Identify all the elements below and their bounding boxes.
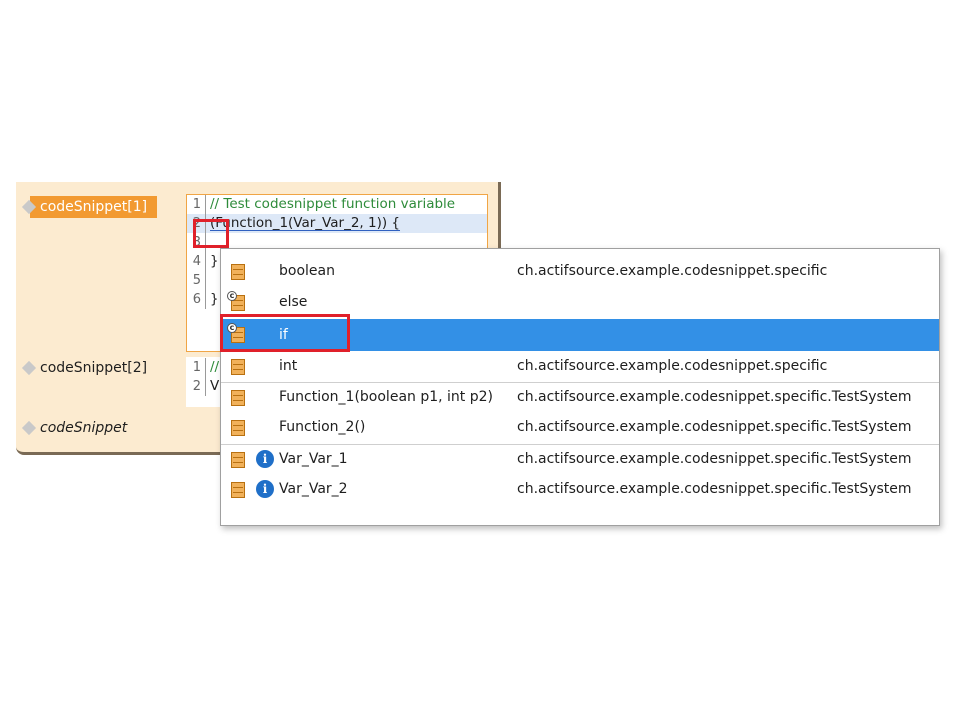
field-icon: [231, 420, 245, 436]
completion-name: Var_Var_2: [279, 481, 348, 497]
code-line-current: 2 (Function_1(Var_Var_2, 1)) {: [187, 214, 487, 233]
completion-item-else[interactable]: c else: [221, 288, 939, 317]
caret-highlight-box: [193, 219, 229, 248]
keyword-icon: c: [227, 291, 237, 301]
code-text: V: [210, 378, 220, 394]
code-comment: //: [210, 359, 220, 375]
selected-item-highlight-box: [220, 314, 350, 352]
completion-package: ch.actifsource.example.codesnippet.speci…: [517, 358, 828, 374]
completion-package: ch.actifsource.example.codesnippet.speci…: [517, 419, 912, 435]
field-icon: [231, 452, 245, 468]
completion-package: ch.actifsource.example.codesnippet.speci…: [517, 389, 912, 405]
completion-item-int[interactable]: int ch.actifsource.example.codesnippet.s…: [221, 352, 939, 381]
completion-name: Var_Var_1: [279, 451, 348, 467]
field-icon: [231, 359, 245, 375]
completion-name: int: [279, 358, 298, 374]
row-codesnippet[interactable]: codeSnippet: [21, 417, 137, 439]
code-text: }: [210, 291, 219, 307]
completion-name: Function_1(boolean p1, int p2): [279, 389, 493, 405]
field-icon: [231, 390, 245, 406]
code-line: 1// Test codesnippet function variable: [187, 195, 487, 214]
completion-name: boolean: [279, 263, 335, 279]
completion-name: else: [279, 294, 308, 310]
line-number: 4: [187, 252, 206, 271]
info-icon: i: [256, 450, 274, 468]
code-comment: // Test codesnippet function variable: [210, 196, 456, 212]
diamond-bullet-icon: [21, 360, 37, 376]
row-codesnippet-2[interactable]: codeSnippet[2]: [21, 357, 157, 379]
code-text: (Function_1(Var_Var_2, 1)) {: [210, 215, 400, 231]
completion-package: ch.actifsource.example.codesnippet.speci…: [517, 263, 828, 279]
line-number: 5: [187, 271, 206, 290]
line-number: 2: [187, 377, 206, 396]
info-icon: i: [256, 480, 274, 498]
row-label: codeSnippet[1]: [40, 199, 148, 215]
line-number: 6: [187, 290, 206, 309]
completion-item-function-2[interactable]: Function_2() ch.actifsource.example.code…: [221, 413, 939, 442]
completion-item-var-var-2[interactable]: i Var_Var_2 ch.actifsource.example.codes…: [221, 475, 939, 504]
content-assist-popup[interactable]: boolean ch.actifsource.example.codesnipp…: [220, 248, 940, 526]
completion-item-boolean[interactable]: boolean ch.actifsource.example.codesnipp…: [221, 257, 939, 286]
line-number: 1: [187, 195, 206, 214]
field-icon: [231, 264, 245, 280]
completion-item-function-1[interactable]: Function_1(boolean p1, int p2) ch.actifs…: [221, 382, 939, 412]
row-label: codeSnippet: [40, 420, 128, 436]
completion-name: Function_2(): [279, 419, 366, 435]
row-label: codeSnippet[2]: [40, 360, 148, 376]
code-text: }: [210, 253, 219, 269]
completion-package: ch.actifsource.example.codesnippet.speci…: [517, 451, 912, 467]
diamond-bullet-icon: [21, 199, 37, 215]
row-codesnippet-1[interactable]: codeSnippet[1]: [21, 196, 158, 218]
diamond-bullet-icon: [21, 420, 37, 436]
completion-package: ch.actifsource.example.codesnippet.speci…: [517, 481, 912, 497]
line-number: 1: [187, 358, 206, 377]
field-icon: [231, 482, 245, 498]
completion-item-var-var-1[interactable]: i Var_Var_1 ch.actifsource.example.codes…: [221, 444, 939, 474]
